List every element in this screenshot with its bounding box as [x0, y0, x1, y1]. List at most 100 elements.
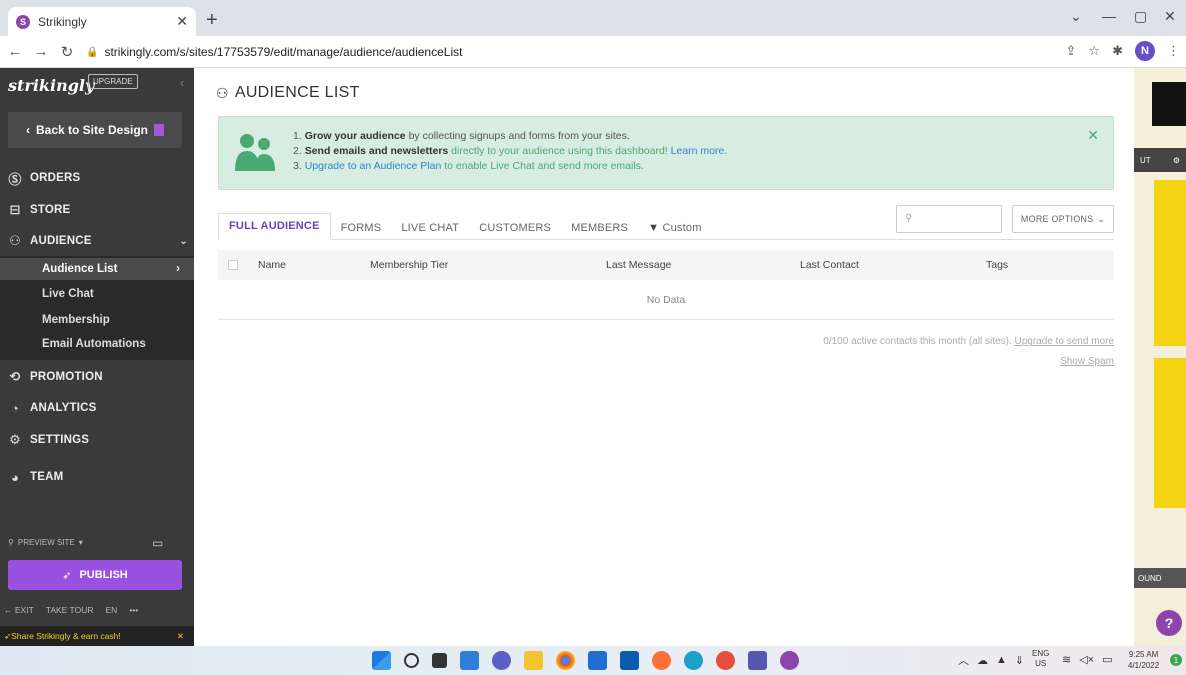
publish-button[interactable]: ➶ PUBLISH: [8, 560, 182, 590]
chrome-icon[interactable]: [556, 651, 575, 670]
column-last-contact[interactable]: Last Contact: [800, 259, 986, 271]
edge-icon[interactable]: [684, 651, 703, 670]
search-input[interactable]: ⚲: [896, 205, 1002, 233]
sidebar-item-analytics[interactable]: ◔ ANALYTICS: [6, 396, 97, 420]
teams-icon[interactable]: [748, 651, 767, 670]
browser-menu-icon[interactable]: ⋮: [1167, 43, 1180, 59]
caret-down-icon: ▾: [78, 538, 83, 547]
learn-more-link[interactable]: Learn more.: [671, 145, 728, 157]
widgets-icon[interactable]: [460, 651, 479, 670]
sidebar-item-store[interactable]: ⊟ STORE: [6, 198, 70, 222]
search-icon[interactable]: [404, 653, 419, 668]
publish-label: PUBLISH: [79, 569, 128, 581]
extensions-icon[interactable]: ✱: [1112, 43, 1123, 59]
upgrade-plan-link[interactable]: Upgrade to an Audience Plan: [305, 160, 442, 172]
upgrade-button[interactable]: UPGRADE: [88, 74, 138, 89]
sidebar-sub-live-chat[interactable]: Live Chat: [42, 288, 94, 300]
preview-yellow-block: [1154, 358, 1186, 508]
preview-block: [1152, 82, 1186, 126]
tab-forms[interactable]: FORMS: [331, 222, 392, 240]
wifi-icon[interactable]: ≋: [1062, 653, 1071, 666]
sidebar-item-orders[interactable]: Ⓢ ORDERS: [6, 166, 80, 190]
column-name[interactable]: Name: [258, 259, 370, 271]
usb-icon[interactable]: ⇓: [1015, 654, 1024, 667]
back-arrow-icon[interactable]: ←: [4, 43, 26, 60]
close-icon[interactable]: ✕: [177, 631, 184, 642]
exit-link[interactable]: ← EXIT: [4, 605, 34, 615]
collapse-sidebar-icon[interactable]: ‹: [180, 76, 184, 90]
sidebar-item-promotion[interactable]: ⟲ PROMOTION: [6, 365, 103, 389]
people-icon: [235, 134, 275, 171]
new-tab-button[interactable]: +: [206, 9, 218, 32]
mail-icon[interactable]: [620, 651, 639, 670]
battery-icon[interactable]: ▭: [1102, 653, 1112, 666]
page-title-text: AUDIENCE LIST: [234, 84, 360, 101]
tab-live-chat[interactable]: LIVE CHAT: [391, 222, 469, 240]
strikingly-app-icon[interactable]: [780, 651, 799, 670]
opera-icon[interactable]: [716, 651, 735, 670]
google-drive-icon[interactable]: ▲: [996, 654, 1007, 666]
share-earn-banner[interactable]: ➶Share Strikingly & earn cash! ✕: [0, 626, 194, 646]
close-window-button[interactable]: ✕: [1164, 8, 1176, 25]
maximize-button[interactable]: ▢: [1134, 8, 1147, 25]
column-membership-tier[interactable]: Membership Tier: [370, 259, 606, 271]
tab-members[interactable]: MEMBERS: [561, 222, 638, 240]
column-last-message[interactable]: Last Message: [606, 259, 800, 271]
store-app-icon[interactable]: [588, 651, 607, 670]
team-icon: ◕: [10, 469, 20, 485]
profile-avatar[interactable]: N: [1135, 41, 1155, 61]
sidebar-sub-audience-list[interactable]: Audience List: [42, 263, 117, 275]
onedrive-icon[interactable]: ☁: [977, 654, 988, 667]
search-icon: ⚲: [8, 538, 14, 547]
forward-arrow-icon[interactable]: →: [30, 43, 52, 60]
preview-site-button[interactable]: ⚲ PREVIEW SITE ▾: [8, 538, 83, 547]
chevron-up-icon[interactable]: ︿: [958, 652, 969, 668]
device-preview-icon[interactable]: ▭: [152, 536, 163, 550]
sidebar-item-team[interactable]: ◕ TEAM: [6, 465, 63, 489]
show-spam-link[interactable]: Show Spam: [1060, 356, 1114, 367]
bookmark-star-icon[interactable]: ☆: [1088, 43, 1100, 59]
language-indicator[interactable]: ENG US: [1032, 649, 1049, 669]
tab-custom[interactable]: ▼ Custom: [638, 222, 711, 240]
strikingly-logo: strikingly: [8, 76, 95, 95]
column-tags[interactable]: Tags: [986, 259, 1008, 271]
close-banner-icon[interactable]: ✕: [1087, 127, 1099, 144]
footnote-text: 0/100 active contacts this month (all si…: [823, 336, 1012, 347]
browser-tab-bar: S Strikingly ✕ + ⌄ — ▢ ✕: [0, 0, 1186, 36]
sidebar-sub-email-automations[interactable]: Email Automations: [42, 338, 146, 350]
volume-icon[interactable]: ◁×: [1079, 653, 1094, 666]
select-all-checkbox[interactable]: [228, 260, 238, 270]
tab-search-icon[interactable]: ⌄: [1070, 8, 1082, 25]
windows-start-icon[interactable]: [372, 651, 391, 670]
task-view-icon[interactable]: [432, 653, 447, 668]
chat-icon[interactable]: [492, 651, 511, 670]
sidebar-item-settings[interactable]: ⚙ SETTINGS: [6, 428, 89, 452]
more-menu-icon[interactable]: •••: [129, 605, 138, 615]
sidebar-item-audience[interactable]: ⚇ AUDIENCE ⌄: [6, 229, 188, 253]
upgrade-send-more-link[interactable]: Upgrade to send more: [1014, 336, 1114, 347]
tab-customers[interactable]: CUSTOMERS: [469, 222, 561, 240]
share-icon[interactable]: ⇪: [1066, 43, 1077, 59]
minimize-button[interactable]: —: [1102, 8, 1116, 24]
firefox-icon[interactable]: [652, 651, 671, 670]
sidebar-item-label: AUDIENCE: [30, 235, 92, 247]
sidebar-sub-membership[interactable]: Membership: [42, 314, 110, 326]
url-field[interactable]: 🔒 strikingly.com/s/sites/17753579/edit/m…: [86, 40, 1046, 64]
reload-icon[interactable]: ↻: [56, 43, 78, 61]
language-link[interactable]: EN: [106, 605, 118, 615]
close-tab-icon[interactable]: ✕: [176, 13, 188, 30]
sidebar-item-label: STORE: [30, 204, 71, 216]
notification-badge[interactable]: 1: [1170, 654, 1182, 666]
browser-tab[interactable]: S Strikingly ✕: [8, 7, 196, 36]
more-options-dropdown[interactable]: MORE OPTIONS ⌄: [1012, 205, 1114, 233]
clock[interactable]: 9:25 AM 4/1/2022: [1128, 649, 1159, 671]
tab-full-audience[interactable]: FULL AUDIENCE: [218, 213, 331, 240]
back-to-site-design-button[interactable]: ‹ Back to Site Design: [8, 112, 182, 148]
lang-top: ENG: [1032, 649, 1050, 658]
help-button[interactable]: ?: [1156, 610, 1182, 636]
file-explorer-icon[interactable]: [524, 651, 543, 670]
exit-label: EXIT: [14, 605, 34, 615]
book-icon: [154, 124, 165, 136]
take-tour-link[interactable]: TAKE TOUR: [46, 605, 94, 615]
audience-group-icon: ⚇: [216, 84, 229, 101]
